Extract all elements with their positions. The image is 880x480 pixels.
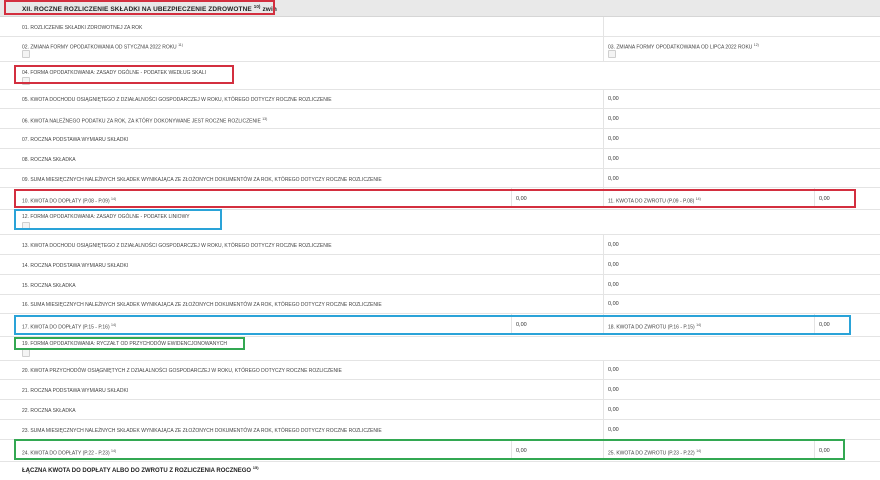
row-divider bbox=[0, 89, 880, 90]
row-divider bbox=[0, 399, 880, 400]
row-divider bbox=[0, 61, 880, 62]
field-14-value[interactable]: 0,00 bbox=[608, 262, 619, 268]
field-20-label: 20. KWOTA PRZYCHODÓW OSIĄGNIĘTYCH Z DZIA… bbox=[22, 368, 342, 374]
column-divider bbox=[603, 90, 604, 188]
field-13-label: 13. KWOTA DOCHODU OSIĄGNIĘTEGO Z DZIAŁAL… bbox=[22, 243, 332, 249]
column-divider bbox=[603, 235, 604, 314]
field-02-checkbox[interactable] bbox=[22, 50, 30, 58]
row-divider bbox=[0, 379, 880, 380]
field-07-value[interactable]: 0,00 bbox=[608, 136, 619, 142]
row-divider bbox=[0, 294, 880, 295]
row-divider bbox=[0, 274, 880, 275]
field-08-value[interactable]: 0,00 bbox=[608, 156, 619, 162]
fields-17-18-highlight bbox=[14, 315, 851, 335]
section-title-highlight bbox=[4, 0, 275, 15]
field-19-checkbox[interactable] bbox=[22, 349, 30, 357]
field-22-label: 22. ROCZNA SKŁADKA bbox=[22, 408, 76, 414]
field-23-value[interactable]: 0,00 bbox=[608, 427, 619, 433]
field-02-label: 02. ZMIANA FORMY OPODATKOWANIA OD STYCZN… bbox=[22, 43, 183, 51]
field-22-value[interactable]: 0,00 bbox=[608, 407, 619, 413]
row-divider bbox=[0, 36, 880, 37]
field-14-label: 14. ROCZNA PODSTAWA WYMIARU SKŁADKI bbox=[22, 263, 129, 269]
field-21-label: 21. ROCZNA PODSTAWA WYMIARU SKŁADKI bbox=[22, 388, 129, 394]
field-04-highlight bbox=[14, 65, 234, 84]
total-section-title: ŁĄCZNA KWOTA DO DOPŁATY ALBO DO ZWROTU Z… bbox=[22, 465, 259, 474]
row-divider bbox=[0, 419, 880, 420]
column-divider bbox=[603, 361, 604, 440]
field-05-label: 05. KWOTA DOCHODU OSIĄGNIĘTEGO Z DZIAŁAL… bbox=[22, 97, 332, 103]
field-15-value[interactable]: 0,00 bbox=[608, 282, 619, 288]
field-19-highlight bbox=[14, 337, 245, 350]
row-divider bbox=[0, 168, 880, 169]
row-divider bbox=[0, 108, 880, 109]
field-23-label: 23. SUMA MIESIĘCZNYCH NALEŻNYCH SKŁADEK … bbox=[22, 428, 382, 434]
field-08-label: 08. ROCZNA SKŁADKA bbox=[22, 157, 76, 163]
row-divider bbox=[0, 128, 880, 129]
field-07-label: 07. ROCZNA PODSTAWA WYMIARU SKŁADKI bbox=[22, 137, 129, 143]
field-09-value[interactable]: 0,00 bbox=[608, 176, 619, 182]
field-13-value[interactable]: 0,00 bbox=[608, 242, 619, 248]
field-16-label: 16. SUMA MIESIĘCZNYCH NALEŻNYCH SKŁADEK … bbox=[22, 302, 382, 308]
row-divider bbox=[0, 254, 880, 255]
field-15-label: 15. ROCZNA SKŁADKA bbox=[22, 283, 76, 289]
fields-10-11-highlight bbox=[14, 189, 856, 208]
row-divider bbox=[0, 187, 880, 188]
row-divider bbox=[0, 313, 880, 314]
field-03-checkbox[interactable] bbox=[608, 50, 616, 58]
field-12-highlight bbox=[14, 209, 222, 230]
field-01-label: 01. ROZLICZENIE SKŁADKI ZDROWOTNEJ ZA RO… bbox=[22, 25, 143, 31]
row-divider bbox=[0, 234, 880, 235]
field-05-value[interactable]: 0,00 bbox=[608, 96, 619, 102]
field-09-label: 09. SUMA MIESIĘCZNYCH NALEŻNYCH SKŁADEK … bbox=[22, 177, 382, 183]
row-divider bbox=[0, 461, 880, 462]
field-20-value[interactable]: 0,00 bbox=[608, 367, 619, 373]
column-divider bbox=[603, 17, 604, 36]
field-03-label: 03. ZMIANA FORMY OPODATKOWANIA OD LIPCA … bbox=[608, 43, 759, 51]
field-06-value[interactable]: 0,00 bbox=[608, 116, 619, 122]
field-06-label: 06. KWOTA NALEŻNEGO PODATKU ZA ROK, ZA K… bbox=[22, 117, 268, 125]
row-divider bbox=[0, 360, 880, 361]
column-divider bbox=[603, 37, 604, 61]
field-21-value[interactable]: 0,00 bbox=[608, 387, 619, 393]
fields-24-25-highlight bbox=[14, 439, 845, 460]
field-16-value[interactable]: 0,00 bbox=[608, 301, 619, 307]
row-divider bbox=[0, 148, 880, 149]
